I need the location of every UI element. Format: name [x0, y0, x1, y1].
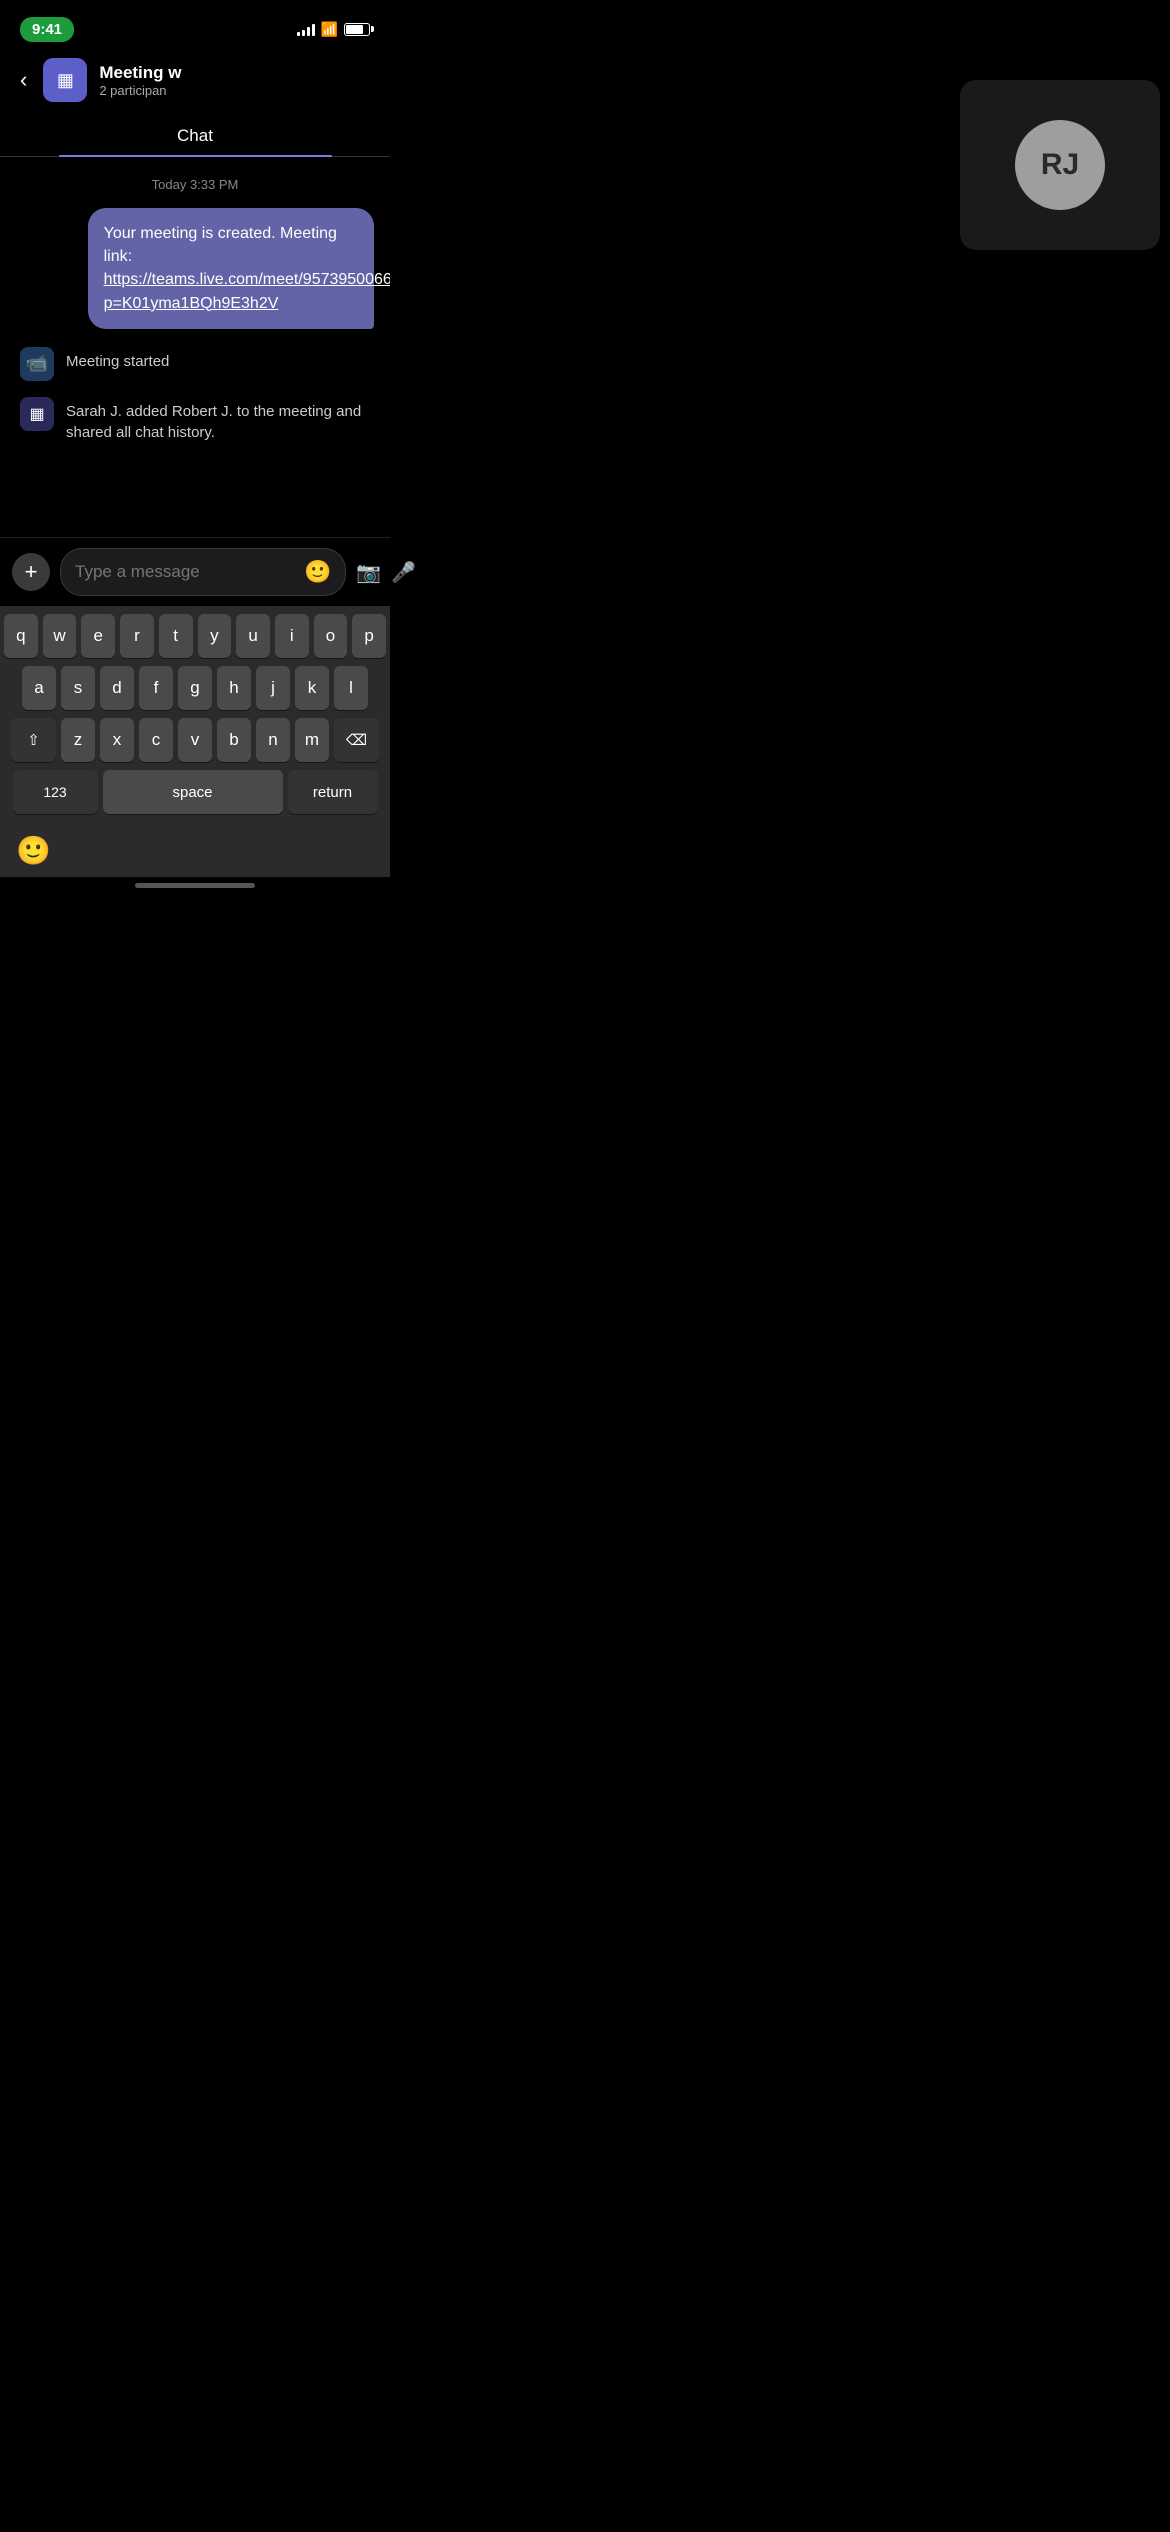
- meeting-subtitle: 2 participan: [99, 83, 374, 98]
- key-w[interactable]: w: [43, 614, 77, 658]
- battery-icon: [344, 23, 370, 36]
- message-input[interactable]: [75, 562, 296, 582]
- tab-bar: Chat: [0, 114, 390, 157]
- system-message-meeting-started: 📹 Meeting started: [16, 345, 374, 381]
- status-bar: 9:41 📶: [0, 0, 390, 50]
- key-c[interactable]: c: [139, 718, 173, 762]
- signal-bars-icon: [297, 22, 315, 36]
- key-a[interactable]: a: [22, 666, 56, 710]
- key-p[interactable]: p: [352, 614, 386, 658]
- input-bar: + 🙂 📷 🎤: [0, 537, 390, 606]
- wifi-icon: 📶: [321, 21, 338, 38]
- bottom-emoji-button[interactable]: 🙂: [16, 834, 51, 867]
- key-m[interactable]: m: [295, 718, 329, 762]
- message-bubble: Your meeting is created. Meeting link: h…: [88, 208, 374, 329]
- meeting-started-text: Meeting started: [66, 345, 370, 372]
- remote-user-avatar: RJ: [1015, 120, 1105, 210]
- meeting-avatar: ▦: [43, 58, 87, 102]
- home-indicator: [0, 877, 390, 892]
- message-input-wrap: 🙂: [60, 548, 346, 596]
- home-indicator-bar: [135, 883, 255, 888]
- keyboard-row-3: ⇧ z x c v b n m ⌫: [4, 718, 386, 762]
- keyboard: q w e r t y u i o p a s d f g h j k l ⇧ …: [0, 606, 390, 826]
- meeting-grid-icon: ▦: [20, 397, 54, 431]
- return-key[interactable]: return: [288, 770, 378, 814]
- key-q[interactable]: q: [4, 614, 38, 658]
- tab-chat[interactable]: Chat: [0, 114, 390, 156]
- attachment-button[interactable]: +: [12, 553, 50, 591]
- back-button[interactable]: ‹: [16, 63, 31, 97]
- key-r[interactable]: r: [120, 614, 154, 658]
- numbers-key[interactable]: 123: [13, 770, 98, 814]
- status-icons: 📶: [297, 21, 370, 38]
- emoji-button[interactable]: 🙂: [304, 559, 331, 585]
- system-message-user-added: ▦ Sarah J. added Robert J. to the meetin…: [16, 395, 374, 443]
- key-b[interactable]: b: [217, 718, 251, 762]
- meeting-title: Meeting w: [99, 63, 259, 83]
- meeting-link[interactable]: https://teams.live.com/meet/957395006666…: [104, 271, 390, 311]
- key-v[interactable]: v: [178, 718, 212, 762]
- user-added-text: Sarah J. added Robert J. to the meeting …: [66, 395, 370, 443]
- bottom-emoji-row: 🙂: [0, 826, 390, 877]
- key-g[interactable]: g: [178, 666, 212, 710]
- key-s[interactable]: s: [61, 666, 95, 710]
- key-k[interactable]: k: [295, 666, 329, 710]
- key-n[interactable]: n: [256, 718, 290, 762]
- key-f[interactable]: f: [139, 666, 173, 710]
- mic-button[interactable]: 🎤: [391, 560, 416, 585]
- status-time: 9:41: [20, 17, 74, 42]
- camera-button[interactable]: 📷: [356, 560, 381, 585]
- key-o[interactable]: o: [314, 614, 348, 658]
- key-z[interactable]: z: [61, 718, 95, 762]
- backspace-key[interactable]: ⌫: [334, 718, 379, 762]
- key-l[interactable]: l: [334, 666, 368, 710]
- space-key[interactable]: space: [103, 770, 283, 814]
- keyboard-row-1: q w e r t y u i o p: [4, 614, 386, 658]
- key-i[interactable]: i: [275, 614, 309, 658]
- key-t[interactable]: t: [159, 614, 193, 658]
- shift-key[interactable]: ⇧: [11, 718, 56, 762]
- key-y[interactable]: y: [198, 614, 232, 658]
- message-bubble-wrap: Your meeting is created. Meeting link: h…: [16, 208, 374, 329]
- video-card: RJ: [960, 80, 1160, 250]
- key-u[interactable]: u: [236, 614, 270, 658]
- key-d[interactable]: d: [100, 666, 134, 710]
- key-j[interactable]: j: [256, 666, 290, 710]
- camera-icon: 📹: [20, 347, 54, 381]
- key-e[interactable]: e: [81, 614, 115, 658]
- chat-timestamp: Today 3:33 PM: [16, 177, 374, 192]
- meeting-info: Meeting w 2 participan: [99, 63, 374, 98]
- chat-area: Today 3:33 PM Your meeting is created. M…: [0, 157, 390, 537]
- top-nav: ‹ ▦ Meeting w 2 participan: [0, 50, 390, 110]
- key-x[interactable]: x: [100, 718, 134, 762]
- keyboard-row-4: 123 space return: [4, 770, 386, 814]
- key-h[interactable]: h: [217, 666, 251, 710]
- keyboard-row-2: a s d f g h j k l: [4, 666, 386, 710]
